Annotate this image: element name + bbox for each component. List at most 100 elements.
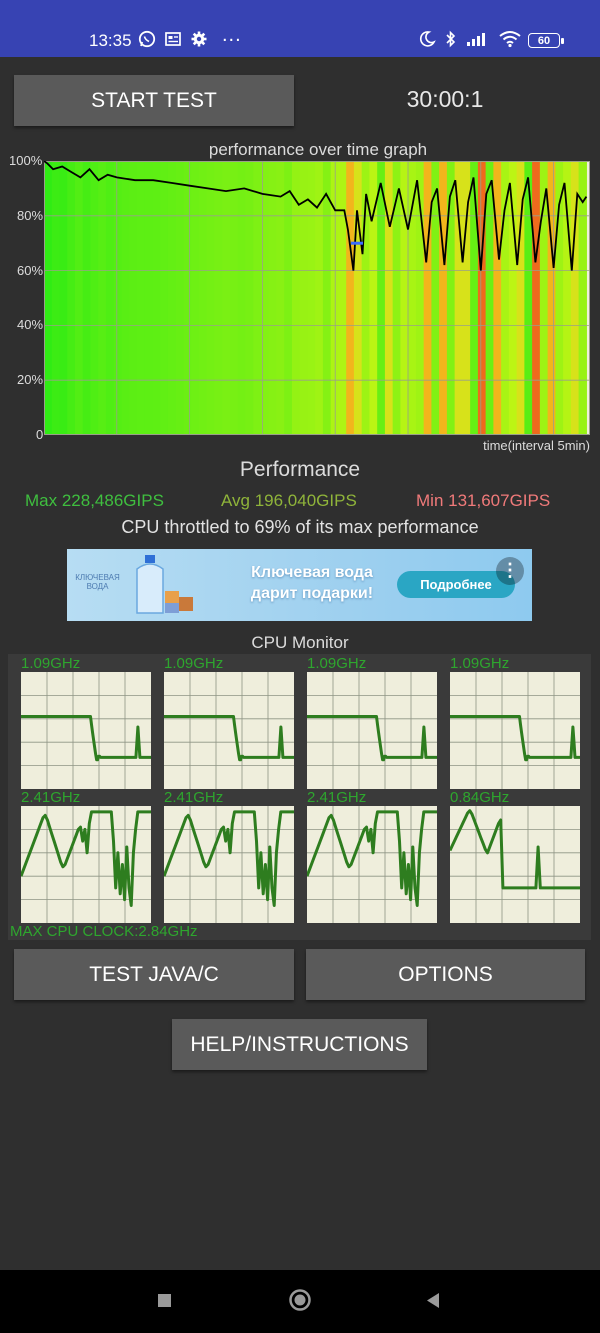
moon-icon (419, 31, 436, 47)
performance-bar (191, 161, 200, 435)
performance-bar (276, 161, 285, 435)
signal-icon (467, 33, 485, 46)
performance-bar (105, 161, 115, 435)
y-tick-label: 60% (17, 263, 44, 278)
performance-bar (222, 161, 231, 435)
ad-line-1: Ключевая вода (251, 564, 373, 581)
performance-bar (144, 161, 154, 435)
max-performance: Max 228,486GIPS (25, 491, 164, 510)
ad-logo: КЛЮЧЕВАЯ ВОДА (75, 573, 120, 591)
news-icon (165, 32, 181, 46)
y-tick-label: 20% (17, 372, 44, 387)
y-tick-label: 80% (17, 208, 44, 223)
performance-bar (67, 161, 76, 435)
performance-bar (563, 161, 572, 435)
cpu-graph-background (164, 672, 294, 789)
ad-line-2: дарит подарки! (250, 585, 374, 602)
cpu-core-frequency: 2.41GHz (21, 789, 81, 806)
water-bottle-icon (136, 555, 193, 614)
cpu-core-graph (307, 806, 437, 923)
throttle-text: CPU throttled to 69% of its max performa… (121, 517, 479, 537)
performance-bar (454, 161, 463, 435)
min-performance: Min 131,607GIPS (416, 491, 551, 510)
back-icon[interactable] (425, 1292, 441, 1309)
performance-bar (284, 161, 293, 435)
performance-bar (353, 161, 363, 435)
whatsapp-icon (138, 30, 156, 48)
performance-bar (214, 161, 223, 435)
cpu-graph-background (450, 806, 580, 923)
performance-bar (423, 161, 432, 435)
performance-bar (129, 161, 138, 435)
performance-bar (570, 161, 580, 435)
start-test-button[interactable]: START TEST (14, 75, 294, 126)
status-bar: 13:35 ... 60 (0, 0, 600, 57)
ad-more-icon[interactable]: ⋮ (496, 557, 524, 585)
performance-bar (121, 161, 130, 435)
y-tick-label: 100% (9, 153, 43, 168)
test-timer: 30:00:1 (406, 86, 484, 112)
cpu-core-frequency: 2.41GHz (307, 789, 367, 806)
performance-bar (516, 161, 525, 435)
y-tick-label: 40% (17, 317, 44, 332)
performance-bar (51, 161, 61, 435)
performance-bar (98, 161, 107, 435)
performance-bar (90, 161, 99, 435)
cpu-core-frequency: 2.41GHz (164, 789, 224, 806)
performance-bar (547, 161, 556, 435)
bluetooth-icon (446, 30, 456, 48)
performance-bar (237, 161, 247, 435)
x-axis-label: time(interval 5min) (483, 438, 590, 453)
performance-bar (470, 161, 479, 435)
performance-bar (439, 161, 448, 435)
cpu-core-frequency: 1.09GHz (21, 655, 81, 672)
performance-title: Performance (239, 458, 361, 481)
performance-bar (152, 161, 161, 435)
cpu-core-graph (164, 672, 294, 789)
test-java-c-button[interactable]: TEST JAVA/C (14, 949, 294, 1000)
max-cpu-clock: MAX CPU CLOCK:2.84GHz (10, 923, 198, 940)
performance-bar (338, 161, 347, 435)
cpu-core-graph (450, 806, 580, 923)
performance-graph (44, 161, 590, 435)
battery-icon: 60 (528, 33, 564, 48)
performance-bar (532, 161, 541, 435)
cpu-core-graph (307, 672, 437, 789)
performance-bar (245, 161, 254, 435)
performance-bar (485, 161, 494, 435)
performance-bar (44, 161, 53, 435)
cpu-core-frequency: 0.84GHz (450, 789, 510, 806)
performance-bar (175, 161, 185, 435)
performance-bar (524, 161, 533, 435)
performance-bar (462, 161, 471, 435)
avg-performance: Avg 196,040GIPS (221, 491, 357, 510)
performance-bar (508, 161, 518, 435)
performance-bar (392, 161, 402, 435)
performance-bar (315, 161, 324, 435)
performance-bar (446, 161, 456, 435)
recent-apps-icon[interactable] (157, 1293, 172, 1308)
status-time: 13:35 (89, 31, 132, 50)
help-instructions-button[interactable]: HELP/INSTRUCTIONS (172, 1019, 427, 1070)
performance-bar (59, 161, 68, 435)
performance-bar (136, 161, 146, 435)
performance-bar (268, 161, 278, 435)
performance-bar (183, 161, 192, 435)
cpu-core-frequency: 1.09GHz (164, 655, 224, 672)
cpu-graph-background (307, 672, 437, 789)
performance-bar (167, 161, 177, 435)
ad-banner[interactable]: КЛЮЧЕВАЯ ВОДА Ключевая вода дарит подарк… (67, 549, 532, 621)
navigation-bar (0, 1270, 600, 1333)
performance-bar (82, 161, 92, 435)
cpu-monitor-title: CPU Monitor (251, 633, 349, 652)
performance-bar (74, 161, 84, 435)
performance-bar (113, 161, 123, 435)
cpu-core-graph (21, 672, 151, 789)
home-icon[interactable] (288, 1288, 312, 1312)
cpu-core-graph (450, 672, 580, 789)
options-button[interactable]: OPTIONS (306, 949, 585, 1000)
gear-icon (191, 31, 207, 47)
cpu-core-frequency: 1.09GHz (307, 655, 367, 672)
ad-text: Ключевая вода дарит подарки! (217, 562, 407, 604)
cpu-graph-background (21, 672, 151, 789)
